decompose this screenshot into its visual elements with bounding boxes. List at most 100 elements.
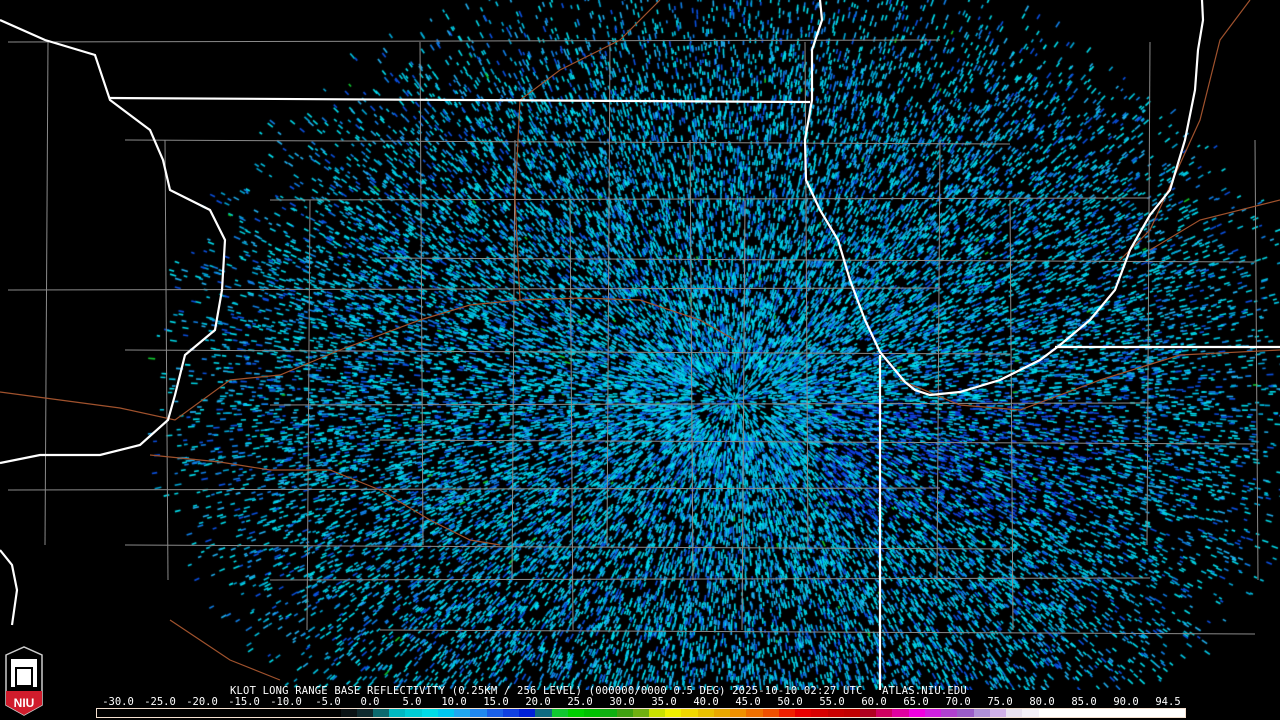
colorbar-swatch [648, 709, 666, 717]
colorbar-swatch [924, 709, 942, 717]
state-border [0, 549, 19, 626]
county-line [379, 257, 1256, 263]
lake-michigan-shoreline-west [803, 0, 1205, 397]
colorbar-tick-label: 30.0 [609, 696, 635, 708]
river [899, 349, 1280, 411]
county-line [124, 544, 1011, 550]
colorbar-swatch [161, 709, 179, 717]
basemap [0, 0, 1280, 690]
colorbar-swatch [1006, 709, 1023, 717]
county-line [569, 199, 574, 631]
colorbar-swatch [827, 709, 844, 717]
colorbar-swatch [778, 709, 796, 717]
county-line [1146, 41, 1151, 546]
colorbar-tick-label: 94.5 [1155, 696, 1181, 708]
county-line [511, 139, 516, 581]
colorbar-swatch [226, 709, 244, 717]
colorbar-swatch [989, 709, 1007, 717]
colorbar-swatch [1071, 709, 1088, 717]
colorbar-swatch [194, 709, 211, 717]
county-line [124, 349, 1011, 355]
colorbar-tick-label: 65.0 [903, 696, 929, 708]
colorbar-tick-label: -15.0 [228, 696, 260, 708]
county-line [379, 629, 1256, 635]
county-line [7, 39, 941, 43]
colorbar-swatch [1103, 709, 1120, 717]
colorbar-tick-label: 85.0 [1071, 696, 1097, 708]
river [514, 0, 661, 301]
county-line [44, 41, 49, 546]
colorbar-swatch [730, 709, 747, 717]
colorbar-tick-label: 5.0 [402, 696, 422, 708]
colorbar-tick-label: -20.0 [186, 696, 218, 708]
niu-logo: NIU [5, 646, 43, 716]
colorbar-swatch [567, 709, 585, 717]
colorbar-tick-label: 10.0 [441, 696, 467, 708]
colorbar-swatch [210, 709, 227, 717]
county-line [269, 577, 1151, 581]
colorbar-swatch [1168, 709, 1185, 717]
colorbar-swatch [324, 709, 341, 717]
colorbar-swatch [145, 709, 162, 717]
radar-map-view: NIU KLOT LONG RANGE BASE REFLECTIVITY (0… [0, 0, 1280, 720]
colorbar-swatch [129, 709, 146, 717]
colorbar-swatch [876, 709, 893, 717]
county-line [269, 197, 1151, 201]
colorbar-swatch [486, 709, 503, 717]
county-line [269, 402, 1151, 406]
colorbar-swatch [535, 709, 552, 717]
county-line [124, 139, 1011, 145]
river [0, 297, 736, 421]
river [1119, 0, 1251, 261]
colorbar-swatch [275, 709, 292, 717]
county-line [419, 41, 424, 546]
colorbar-swatch [97, 709, 114, 717]
colorbar-swatch [454, 709, 471, 717]
colorbar-tick-label: 70.0 [945, 696, 971, 708]
county-line [741, 199, 746, 631]
colorbar-swatch [600, 709, 617, 717]
colorbar-swatch [665, 709, 682, 717]
colorbar-swatch [892, 709, 909, 717]
county-line [7, 287, 941, 291]
colorbar-tick-label: 40.0 [693, 696, 719, 708]
colorbar-swatch [1087, 709, 1104, 717]
colorbar-tick-label: 25.0 [567, 696, 593, 708]
wisconsin-illinois-border [109, 96, 811, 104]
colorbar-tick-label: 0.0 [360, 696, 380, 708]
colorbar-swatch [843, 709, 861, 717]
colorbar-tick-label: -5.0 [315, 696, 341, 708]
county-line [804, 41, 809, 546]
reflectivity-colorbar [96, 708, 1186, 718]
county-line [936, 139, 941, 581]
colorbar-swatch [941, 709, 958, 717]
colorbar-tick-labels: -30.0 -25.0 -20.0 -15.0 -10.0 -5.0 0.0 5.0 10.0 1… [78, 697, 1208, 708]
colorbar-swatch [697, 709, 714, 717]
colorbar-swatch [243, 709, 260, 717]
colorbar-swatch [1054, 709, 1072, 717]
colorbar-tick-label: 20.0 [525, 696, 551, 708]
colorbar-tick-label: -30.0 [102, 696, 134, 708]
colorbar-swatch [795, 709, 812, 717]
colorbar-tick-label: 50.0 [777, 696, 803, 708]
colorbar-tick-label: 15.0 [483, 696, 509, 708]
county-line [306, 199, 311, 631]
river [1149, 199, 1280, 251]
colorbar-swatch [502, 709, 520, 717]
colorbar-swatch [746, 709, 763, 717]
colorbar-swatch [762, 709, 779, 717]
colorbar-swatch [291, 709, 309, 717]
colorbar-swatch [259, 709, 276, 717]
county-line [379, 439, 1256, 445]
colorbar-tick-label: 45.0 [735, 696, 761, 708]
colorbar-swatch [681, 709, 698, 717]
colorbar-tick-label: 90.0 [1113, 696, 1139, 708]
colorbar-swatch [340, 709, 357, 717]
colorbar-tick-label: -25.0 [144, 696, 176, 708]
colorbar-swatch [519, 709, 536, 717]
colorbar-swatch [421, 709, 438, 717]
colorbar-swatch [957, 709, 974, 717]
colorbar-swatch [713, 709, 731, 717]
county-line [7, 487, 941, 491]
colorbar-swatch [405, 709, 422, 717]
